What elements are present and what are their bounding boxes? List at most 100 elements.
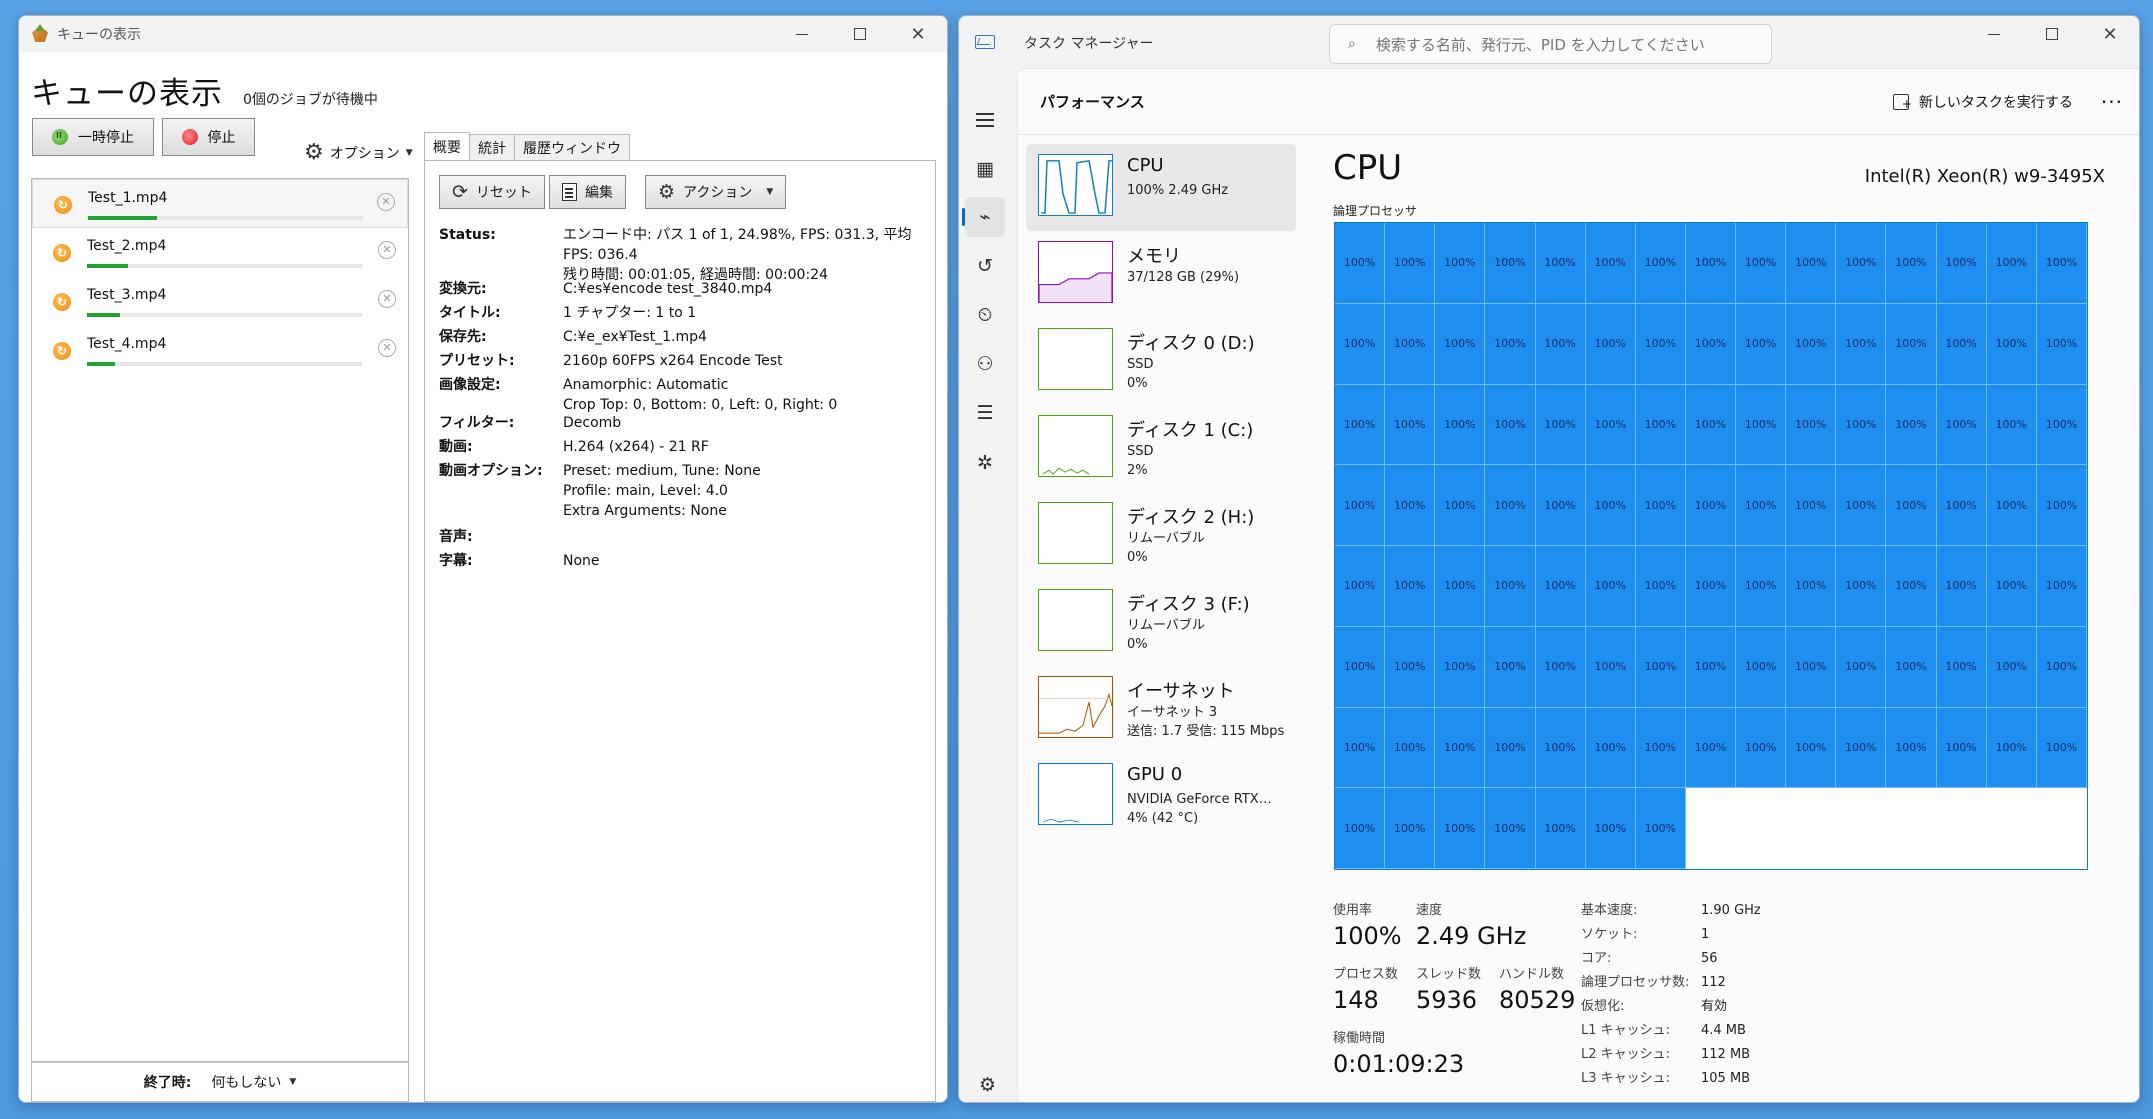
task-manager-app-icon [975,35,995,49]
queue-item-progress [88,216,363,220]
chevron-down-icon: ▼ [766,187,774,197]
summary-value: C:¥es¥encode test_3840.mp4 [563,281,773,297]
nav-startup-apps[interactable]: ⏲ [965,295,1005,335]
resource-item[interactable]: ディスク 1 (C:) SSD 2% [1026,405,1296,492]
resource-graph-thumbnail [1038,415,1113,477]
resource-name: GPU 0 [1127,764,1183,785]
more-options-button[interactable]: ··· [2101,90,2123,114]
resource-graph-thumbnail [1038,676,1113,738]
close-button[interactable]: ✕ [889,16,947,52]
logical-processor-cell: 100% [1936,707,1987,789]
nav-users[interactable]: ⚇ [965,344,1005,384]
logical-processor-cell: 100% [1736,707,1787,789]
chevron-down-icon: ▼ [289,1077,297,1087]
logical-processor-cell: 100% [1485,303,1536,385]
logical-processor-cell: 100% [1385,384,1436,466]
logical-processor-cell: 100% [1435,465,1486,546]
tm-main-panel: パフォーマンス 新しいタスクを実行する ··· CPU 100% 2.49 GHz… [1017,68,2139,1102]
maximize-button[interactable] [2023,16,2081,52]
queue-item[interactable]: ↻ Test_2.mp4 ✕ [32,228,408,277]
maximize-button[interactable] [831,16,889,52]
spec-row: ソケット: 1 [1581,923,1761,947]
resource-item[interactable]: CPU 100% 2.49 GHz [1026,144,1296,231]
resource-item[interactable]: メモリ 37/128 GB (29%) [1026,231,1296,318]
logical-processor-cell: 100% [1936,465,1987,546]
summary-row: 変換元: C:¥es¥encode test_3840.mp4 [439,279,933,299]
remove-item-icon[interactable]: ✕ [378,290,396,308]
settings-button[interactable]: ⚙ [979,1074,996,1096]
resource-item[interactable]: ディスク 0 (D:) SSD 0% [1026,318,1296,405]
logical-processor-cell: 100% [1635,223,1686,304]
resource-graph-thumbnail [1038,328,1113,390]
queue-titlebar: キューの表示 ✕ [19,16,947,52]
minimize-button[interactable] [1965,16,2023,52]
logical-processor-cell: 100% [1585,546,1636,627]
nav-details[interactable]: ☰ [965,393,1005,433]
utilization-value: 100% [1333,922,1402,950]
search-box[interactable]: ⌕ 検索する名前、発行元、PID を入力してください [1329,24,1772,64]
tab-history[interactable]: 履歴ウィンドウ [514,134,630,160]
queue-item[interactable]: ↻ Test_3.mp4 ✕ [32,277,408,326]
action-button[interactable]: ⚙ アクション ▼ [645,175,787,209]
edit-button[interactable]: 編集 [549,175,626,209]
handles-label: ハンドル数 [1499,967,1565,982]
logical-processor-cell: 100% [1485,223,1536,304]
logical-processor-cell: 100% [1535,626,1586,708]
minimize-button[interactable] [773,16,831,52]
nav-processes[interactable]: ▦ [965,149,1005,189]
nav-services[interactable]: ✲ [965,443,1005,483]
edit-label: 編集 [585,185,613,201]
queue-list: ↻ Test_1.mp4 ✕ ↻ Test_2.mp4 ✕ ↻ Test_3.mp4 ✕ ↻ Tes… [31,178,409,1062]
summary-value: エンコード中: パス 1 of 1, 24.98%, FPS: 031.3, 平… [563,227,912,283]
queue-item-filename: Test_1.mp4 [88,190,168,206]
spec-value: 105 MB [1701,1071,1751,1086]
nav-app-history[interactable]: ↺ [965,246,1005,286]
reset-button[interactable]: ⟳ リセット [439,175,545,209]
resource-item[interactable]: ディスク 3 (F:) リムーバブル 0% [1026,579,1296,666]
when-done-dropdown[interactable]: 何もしない ▼ [211,1072,296,1092]
logical-processor-cell: 100% [1685,223,1737,304]
run-new-task-label: 新しいタスクを実行する [1918,94,2073,111]
remove-item-icon[interactable]: ✕ [378,339,396,357]
remove-item-icon[interactable]: ✕ [378,241,396,259]
uptime-label: 稼働時間 [1333,1031,1386,1046]
summary-row: プリセット: 2160p 60FPS x264 Encode Test [439,351,933,371]
queue-item[interactable]: ↻ Test_4.mp4 ✕ [32,326,408,375]
hamburger-menu-button[interactable] [965,100,1005,140]
summary-row: 音声: [439,527,933,547]
queue-item[interactable]: ↻ Test_1.mp4 ✕ [32,179,408,228]
resource-item[interactable]: イーサネット イーサネット 3 送信: 1.7 受信: 115 Mbps [1026,666,1296,753]
logical-processor-cell: 100% [1435,384,1486,466]
performance-icon: ⌁ [979,206,991,228]
remove-item-icon[interactable]: ✕ [377,193,395,211]
tab-statistics[interactable]: 統計 [469,134,515,160]
resource-name: ディスク 1 (C:) [1127,420,1254,441]
resource-detail: NVIDIA GeForce RTX… 4% (42 °C) [1127,792,1272,826]
stop-label: 停止 [207,130,236,146]
logical-processor-cell: 100% [1635,465,1686,546]
summary-value: Preset: medium, Tune: None Profile: main… [563,463,761,519]
summary-row: フィルター: Decomb [439,413,933,433]
logical-processor-cell: 100% [1986,303,2037,385]
logical-processor-cell: 100% [1736,223,1787,304]
close-button[interactable]: ✕ [2081,16,2139,52]
resource-detail: 37/128 GB (29%) [1127,270,1240,285]
options-menu[interactable]: ⚙ オプション ▼ [304,142,413,164]
tab-summary[interactable]: 概要 [424,132,470,160]
resource-detail: SSD 0% [1127,357,1154,391]
logical-processors-label: 論理プロセッサ [1333,204,1418,218]
pause-button[interactable]: 一時停止 [32,118,154,156]
spec-key: 論理プロセッサ数: [1581,975,1690,990]
resource-item[interactable]: ディスク 2 (H:) リムーバブル 0% [1026,492,1296,579]
resource-graph-thumbnail [1038,154,1113,216]
run-new-task-button[interactable]: 新しいタスクを実行する [1892,92,2073,112]
nav-performance[interactable]: ⌁ [962,197,1005,237]
window-title: タスク マネージャー [1024,36,1154,52]
queue-item-filename: Test_4.mp4 [87,336,167,352]
resource-item[interactable]: GPU 0 NVIDIA GeForce RTX… 4% (42 °C) [1026,753,1296,840]
encoding-status-icon: ↻ [53,293,71,311]
document-icon [562,183,577,201]
stop-button[interactable]: 停止 [162,118,255,156]
summary-row: Status: エンコード中: パス 1 of 1, 24.98%, FPS: 0… [439,225,933,285]
spec-key: 基本速度: [1581,903,1638,918]
